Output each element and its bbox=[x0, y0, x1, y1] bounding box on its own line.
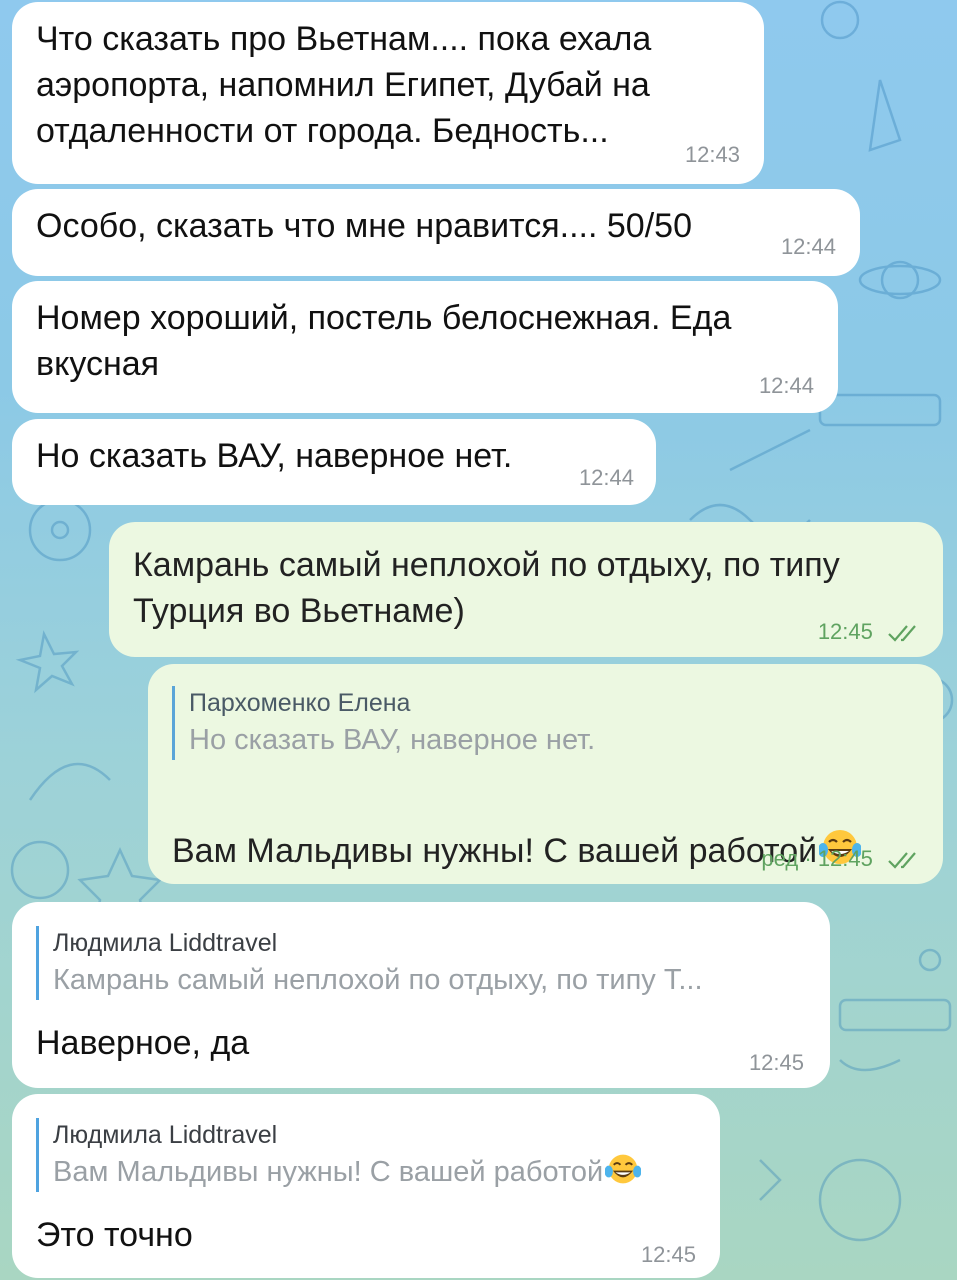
message-text: Номер хороший, постель белоснежная. Еда … bbox=[36, 299, 732, 383]
edited-label: ред bbox=[761, 846, 799, 871]
message-bubble-reply[interactable]: Людмила Liddtravel Вам Мальдивы нужны! С… bbox=[12, 1094, 720, 1278]
reply-preview[interactable]: Пархоменко Елена Но сказать ВАУ, наверно… bbox=[172, 686, 595, 760]
message-time: ред · 12:45 bbox=[761, 846, 923, 872]
message-text: Но сказать ВАУ, наверное нет. bbox=[36, 437, 513, 475]
reply-preview[interactable]: Людмила Liddtravel Камрань самый неплохо… bbox=[36, 926, 703, 1000]
message-bubble-reply[interactable]: Людмила Liddtravel Камрань самый неплохо… bbox=[12, 902, 830, 1088]
reply-author: Людмила Liddtravel bbox=[53, 1121, 278, 1149]
message-time: 12:44 bbox=[758, 373, 814, 398]
message-text: Камрань самый неплохой по отдыху, по тип… bbox=[133, 546, 840, 630]
reply-text-value: Вам Мальдивы нужны! С вашей работой bbox=[53, 1156, 604, 1188]
message-bubble-outgoing-reply[interactable]: Пархоменко Елена Но сказать ВАУ, наверно… bbox=[148, 664, 943, 884]
reply-text: Вам Мальдивы нужны! С вашей работой bbox=[53, 1152, 642, 1192]
reply-text: Но сказать ВАУ, наверное нет. bbox=[189, 724, 596, 756]
message-bubble[interactable]: Особо, сказать что мне нравится.... 50/5… bbox=[12, 189, 860, 276]
message-bubble[interactable]: Что сказать про Вьетнам.... пока ехала а… bbox=[12, 2, 764, 184]
reply-preview[interactable]: Людмила Liddtravel Вам Мальдивы нужны! С… bbox=[36, 1118, 642, 1192]
message-time-value: 12:45 bbox=[817, 846, 873, 871]
message-text-value: Вам Мальдивы нужны! С вашей работой bbox=[172, 832, 818, 870]
reply-text: Камрань самый неплохой по отдыху, по тип… bbox=[53, 964, 703, 996]
message-time: 12:44 bbox=[780, 234, 836, 259]
double-check-icon bbox=[888, 852, 916, 869]
message-text: Наверное, да bbox=[36, 1024, 250, 1062]
message-text: Это точно bbox=[36, 1216, 193, 1254]
laughing-tears-emoji bbox=[605, 1154, 642, 1184]
message-bubble[interactable]: Но сказать ВАУ, наверное нет. 12:44 bbox=[12, 419, 656, 505]
reply-author: Людмила Liddtravel bbox=[53, 929, 278, 957]
message-bubble-outgoing[interactable]: Камрань самый неплохой по отдыху, по тип… bbox=[109, 522, 943, 657]
message-text: Вам Мальдивы нужны! С вашей работой bbox=[172, 782, 862, 874]
message-text: Что сказать про Вьетнам.... пока ехала а… bbox=[36, 20, 652, 150]
double-check-icon bbox=[888, 625, 916, 642]
message-bubble[interactable]: Номер хороший, постель белоснежная. Еда … bbox=[12, 281, 838, 413]
message-time: 12:45 bbox=[640, 1242, 696, 1267]
time-separator: · bbox=[804, 846, 818, 871]
message-time: 12:44 bbox=[578, 465, 634, 490]
message-text: Особо, сказать что мне нравится.... 50/5… bbox=[36, 207, 692, 245]
message-time: 12:45 bbox=[818, 619, 923, 645]
message-time: 12:45 bbox=[748, 1050, 804, 1075]
reply-author: Пархоменко Елена bbox=[189, 689, 411, 717]
message-time: 12:43 bbox=[684, 142, 740, 167]
message-time-value: 12:45 bbox=[817, 619, 873, 644]
